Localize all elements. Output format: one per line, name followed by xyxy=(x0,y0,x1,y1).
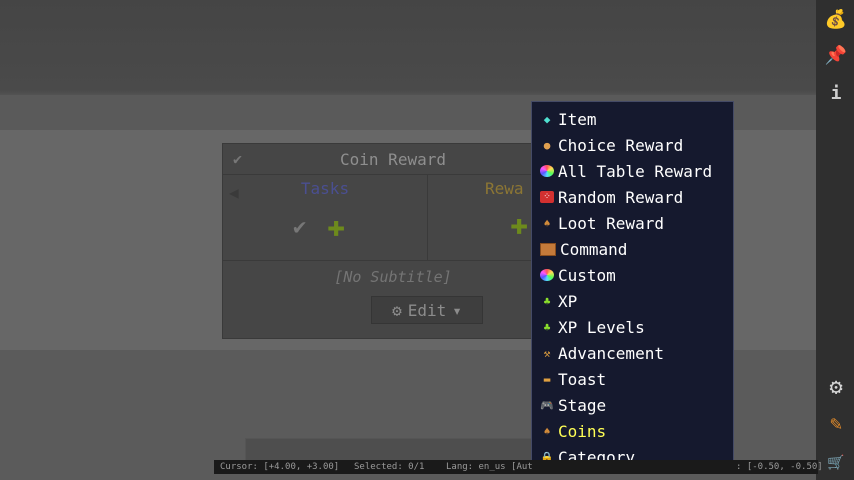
pin-icon[interactable]: 📌 xyxy=(825,44,847,66)
edit-button[interactable]: ⚙ Edit ▾ xyxy=(371,296,483,324)
rewards-header: Rewa xyxy=(485,179,524,198)
palette-icon: ● xyxy=(543,138,551,152)
money-bag-icon[interactable]: 💰 xyxy=(825,8,847,30)
menu-item-command[interactable]: Command xyxy=(532,236,733,262)
menu-item-choice-reward[interactable]: ● Choice Reward xyxy=(532,132,733,158)
sign-icon: ▬ xyxy=(543,372,551,386)
quest-title-row: ✔ Coin Reward xyxy=(223,144,563,175)
menu-item-item[interactable]: ◆ Item xyxy=(532,106,733,132)
quest-subtitle: [No Subtitle] xyxy=(334,268,452,286)
diamond-icon: ◆ xyxy=(543,112,551,126)
tick-icon: ✔ xyxy=(293,215,307,240)
status-bar: Cursor: [+4.00, +3.00] Selected: 0/1 Lan… xyxy=(214,460,823,474)
rainbow-icon xyxy=(540,269,554,281)
rainbow-icon xyxy=(540,165,554,177)
edit-label: Edit xyxy=(407,300,447,320)
money-bag-icon: ♠ xyxy=(543,216,551,230)
gamepad-icon: 🎮 xyxy=(540,398,554,412)
menu-item-xp[interactable]: ♣ XP xyxy=(532,288,733,314)
chevron-down-icon: ▾ xyxy=(452,300,462,320)
tasks-header: Tasks xyxy=(300,179,350,198)
menu-item-stage[interactable]: 🎮 Stage xyxy=(532,392,733,418)
info-icon[interactable]: i xyxy=(825,82,847,104)
selected-readout: Selected: 0/1 xyxy=(354,462,425,472)
menu-item-custom[interactable]: Custom xyxy=(532,262,733,288)
cart-icon[interactable]: 🛒 xyxy=(825,452,847,474)
menu-item-all-table-reward[interactable]: All Table Reward xyxy=(532,158,733,184)
xp-bottle-icon: ♣ xyxy=(543,294,551,308)
gear-icon[interactable]: ⚙ xyxy=(825,375,847,400)
menu-item-xp-levels[interactable]: ♣ XP Levels xyxy=(532,314,733,340)
lang-readout: Lang: en_us [Aut xyxy=(446,462,533,472)
dice-icon: ⁘ xyxy=(540,191,554,203)
right-sidebar: 💰 📌 i ⚙ ✎ 🛒 xyxy=(816,0,854,480)
money-bag-icon: ♠ xyxy=(543,424,551,438)
coords-readout: : [-0.50, -0.50] xyxy=(736,462,823,472)
menu-item-advancement[interactable]: ⚒ Advancement xyxy=(532,340,733,366)
quest-title: Coin Reward xyxy=(340,150,446,169)
cursor-readout: Cursor: [+4.00, +3.00] xyxy=(220,462,340,472)
menu-item-toast[interactable]: ▬ Toast xyxy=(532,366,733,392)
menu-item-coins[interactable]: ♠ Coins xyxy=(532,418,733,444)
add-reward-button[interactable]: ✚ xyxy=(510,207,528,242)
add-task-button[interactable]: ✚ xyxy=(327,209,345,244)
menu-item-loot-reward[interactable]: ♠ Loot Reward xyxy=(532,210,733,236)
gear-icon: ⚙ xyxy=(392,300,402,320)
reward-type-menu: ◆ Item ● Choice Reward All Table Reward ⁘ R… xyxy=(531,101,734,472)
xp-bottle-icon: ♣ xyxy=(543,320,551,334)
pencil-icon[interactable]: ✎ xyxy=(825,411,847,435)
tasks-column: ◀ Tasks ✔ ✚ xyxy=(223,175,428,261)
advancement-icon: ⚒ xyxy=(543,346,551,360)
command-block-icon xyxy=(540,242,556,256)
menu-item-random-reward[interactable]: ⁘ Random Reward xyxy=(532,184,733,210)
